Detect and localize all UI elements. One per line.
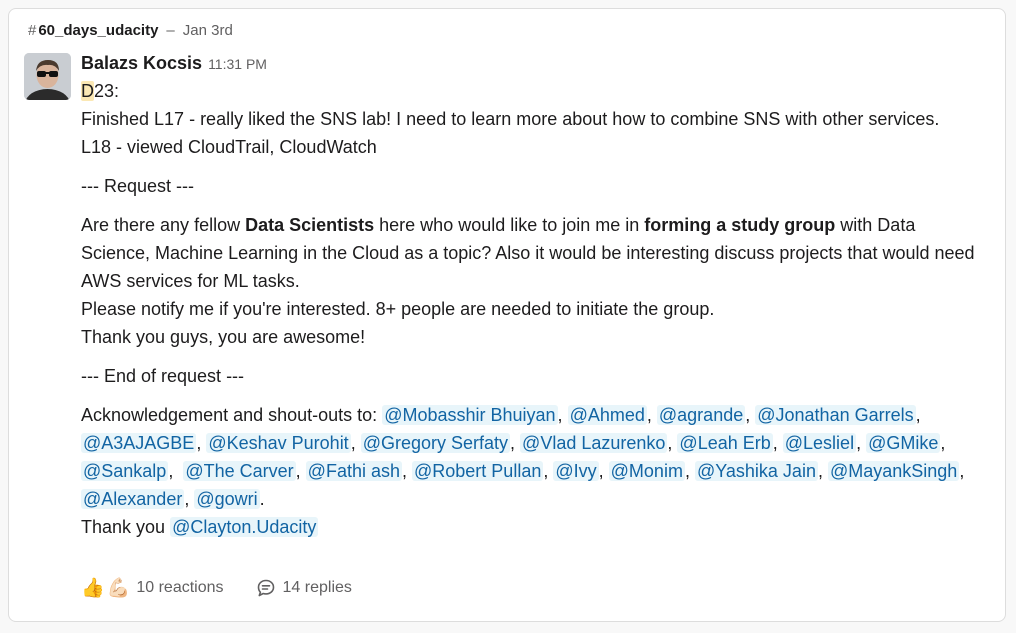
channel-name-link[interactable]: 60_days_udacity [38,22,158,39]
mention-link[interactable]: @Mobasshir Bhuiyan [382,405,558,425]
channel-date[interactable]: Jan 3rd [183,22,233,39]
mention-link[interactable]: @Gregory Serfaty [360,433,511,453]
mention-link[interactable]: @Yashika Jain [694,461,818,481]
req-bold-study-group: forming a study group [644,215,836,235]
message-timestamp[interactable]: 11:31 PM [208,50,267,78]
thank-you-text: Thank you [81,517,171,537]
message-header: Balazs Kocsis 11:31 PM [81,49,981,77]
channel-header: # 60_days_udacity – Jan 3rd [28,22,233,39]
mention-link[interactable]: @Alexander [81,489,185,509]
progress-line-1: Finished L17 - really liked the SNS lab!… [81,109,940,129]
mention-link[interactable]: @agrande [656,405,746,425]
user-avatar-icon [24,53,71,100]
req-bold-data-scientists: Data Scientists [245,215,375,235]
req-text-c: here who would like to join me in [374,215,645,235]
request-start-divider: --- Request --- [81,176,195,196]
mention-link[interactable]: @Vlad Lazurenko [520,433,668,453]
mention-link[interactable]: @Leah Erb [677,433,773,453]
replies-count-link[interactable]: 14 replies [283,579,352,597]
avatar[interactable] [24,53,71,100]
thumbs-up-emoji-icon[interactable]: 👍 [81,579,105,598]
reactions-count-link[interactable]: 10 reactions [136,579,223,597]
acknowledgement-paragraph: Acknowledgement and shout-outs to: @Moba… [81,405,965,509]
mention-link[interactable]: @A3AJAGBE [81,433,197,453]
thank-you-line: Thank you @Clayton.Udacity [81,513,981,541]
mention-link[interactable]: @Ivy [553,461,599,481]
request-end-divider: --- End of request --- [81,366,245,386]
mention-link[interactable]: @Clayton.Udacity [170,517,319,537]
mention-link[interactable]: @Keshav Purohit [206,433,351,453]
highlighted-text: D [81,81,94,101]
progress-line-2: L18 - viewed CloudTrail, CloudWatch [81,137,377,157]
mention-link[interactable]: @The Carver [183,461,296,481]
thanks-line: Thank you guys, you are awesome! [81,327,366,347]
notify-line: Please notify me if you're interested. 8… [81,299,715,319]
message-footer: 👍 💪🏻 10 reactions 14 replies [81,575,352,601]
day-text: 23: [94,81,120,101]
day-line: D23: [81,77,981,105]
author-name[interactable]: Balazs Kocsis [81,49,202,77]
flexed-biceps-emoji-icon[interactable]: 💪🏻 [107,579,131,598]
request-paragraph: Are there any fellow Data Scientists her… [81,211,981,295]
req-text-a: Are there any fellow [81,215,246,235]
mention-link[interactable]: @Fathi ash [305,461,402,481]
reply-bubble-icon [257,579,274,597]
message-body: Balazs Kocsis 11:31 PM D23: Finished L17… [81,49,981,541]
mention-link[interactable]: @Lesliel [782,433,857,453]
separator: – [166,22,175,39]
ack-prefix: Acknowledgement and shout-outs to: [81,405,383,425]
mention-link[interactable]: @Jonathan Garrels [755,405,916,425]
mention-link[interactable]: @Sankalp [81,461,169,481]
message-card: # 60_days_udacity – Jan 3rd Balazs Kocsi… [8,8,1006,622]
mention-link[interactable]: @gowri [194,489,260,509]
mention-link[interactable]: @Monim [608,461,685,481]
channel-hash-icon: # [28,22,37,39]
mention-link[interactable]: @Ahmed [567,405,647,425]
mention-link[interactable]: @Robert Pullan [412,461,544,481]
mention-link[interactable]: @GMike [866,433,941,453]
mention-link[interactable]: @MayankSingh [827,461,960,481]
